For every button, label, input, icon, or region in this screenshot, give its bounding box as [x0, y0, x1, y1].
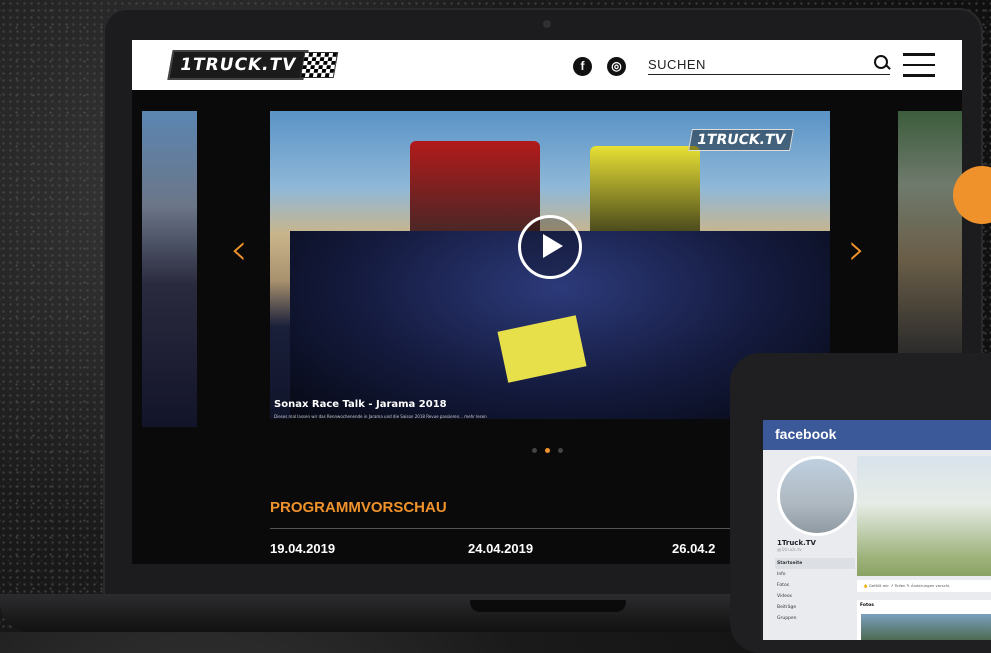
slider-prev-arrow[interactable]: ‹: [230, 228, 248, 272]
slider-dot[interactable]: [558, 448, 563, 453]
logo-text: 1TRUCK.TV: [167, 50, 309, 80]
checkered-flag-icon: [299, 52, 339, 78]
fotos-label: Fotos: [860, 603, 874, 608]
camera-dot: [543, 20, 551, 28]
play-button-icon[interactable]: [518, 215, 582, 279]
nav-item-videos[interactable]: Videos: [775, 591, 855, 602]
yellow-truck-image: [590, 146, 700, 241]
site-header: 1TRUCK.TV f ◎ SUCHEN: [132, 40, 962, 90]
slider-next-preview[interactable]: [898, 111, 962, 356]
program-date[interactable]: 26.04.2: [672, 541, 715, 556]
slider-dot-active[interactable]: [545, 448, 550, 453]
slider-dot[interactable]: [532, 448, 537, 453]
slider-next-arrow[interactable]: ›: [848, 228, 866, 272]
slide-caption-title[interactable]: Sonax Race Talk - Jarama 2018: [274, 399, 447, 410]
facebook-action-bar[interactable]: 👍 Gefällt mir ↗ Teilen ✎ Änderungen vors…: [857, 580, 991, 592]
facebook-nav: Startseite Info Fotos Videos Beiträge Gr…: [775, 558, 855, 624]
facebook-header: facebook: [763, 420, 991, 450]
hamburger-menu-icon[interactable]: [903, 53, 935, 77]
cover-photo[interactable]: [857, 456, 991, 576]
search-input[interactable]: SUCHEN: [648, 54, 890, 75]
nav-item-startseite[interactable]: Startseite: [775, 558, 855, 569]
program-date[interactable]: 19.04.2019: [270, 541, 335, 556]
laptop-notch: [470, 600, 626, 612]
tablet-screen: facebook 1Truck.TV @1truck.tv Startseite…: [763, 420, 991, 640]
slider-dots: [532, 448, 563, 453]
video-watermark: 1TRUCK.TV: [688, 129, 795, 151]
programm-heading: PROGRAMMVORSCHAU: [270, 499, 447, 516]
instagram-icon[interactable]: ◎: [607, 57, 626, 76]
search-placeholder: SUCHEN: [648, 57, 706, 72]
page-name[interactable]: 1Truck.TV: [777, 539, 816, 547]
site-logo[interactable]: 1TRUCK.TV: [167, 50, 339, 80]
facebook-icon[interactable]: f: [573, 57, 592, 76]
slider-prev-preview[interactable]: [142, 111, 197, 427]
nav-item-fotos[interactable]: Fotos: [775, 580, 855, 591]
fotos-section: Fotos: [857, 600, 991, 640]
photo-thumbnail[interactable]: [861, 614, 991, 640]
page-handle: @1truck.tv: [777, 548, 802, 553]
program-date[interactable]: 24.04.2019: [468, 541, 533, 556]
avatar[interactable]: [777, 456, 857, 536]
nav-item-info[interactable]: Info: [775, 569, 855, 580]
facebook-logo[interactable]: facebook: [775, 426, 836, 442]
slide-caption-text: Dieses mal lassen wir das Rennwochenende…: [274, 414, 487, 419]
search-icon[interactable]: [874, 55, 888, 69]
nav-item-gruppen[interactable]: Gruppen: [775, 613, 855, 624]
nav-item-beitraege[interactable]: Beiträge: [775, 602, 855, 613]
